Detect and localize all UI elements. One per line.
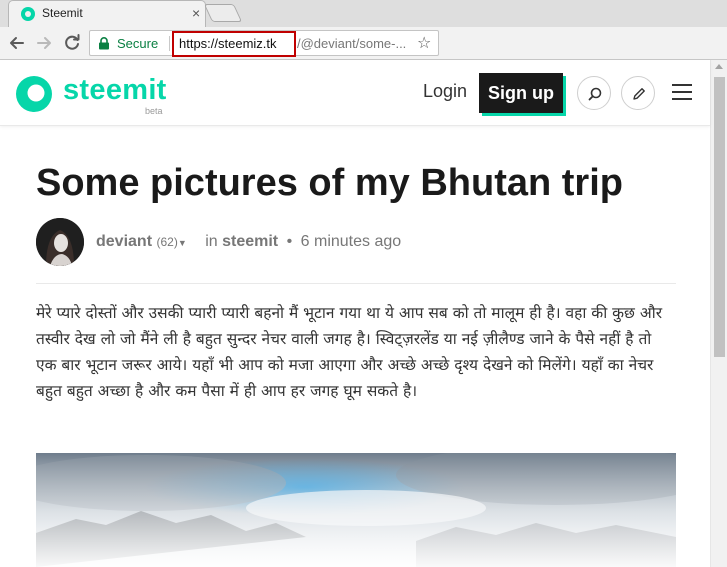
author-reputation: (62)	[156, 235, 178, 249]
submit-story-button[interactable]	[621, 76, 655, 110]
author-name-link[interactable]: deviant	[96, 233, 152, 250]
site-header: steemit beta Login Sign up	[0, 60, 710, 126]
tab-close-icon[interactable]: ×	[192, 5, 200, 21]
security-label: Secure	[117, 36, 159, 51]
avatar-portrait-icon	[36, 218, 84, 266]
byline-divider	[36, 283, 676, 284]
author-dropdown-caret-icon[interactable]: ▼	[178, 238, 187, 248]
post-body: मेरे प्यारे दोस्तों और उसकी प्यारी प्यार…	[36, 300, 676, 404]
page-scrollbar[interactable]	[710, 60, 727, 567]
post-timestamp[interactable]: 6 minutes ago	[301, 233, 402, 250]
back-icon	[10, 37, 24, 49]
address-bar[interactable]: Secure https://steemiz.tk /@deviant/some…	[89, 30, 439, 57]
signup-button[interactable]: Sign up	[479, 73, 563, 113]
byline-separator: •	[286, 233, 293, 250]
browser-toolbar: Secure https://steemiz.tk /@deviant/some…	[0, 27, 727, 60]
post-title: Some pictures of my Bhutan trip	[36, 162, 623, 204]
new-tab-button[interactable]	[203, 4, 243, 22]
category-link[interactable]: steemit	[222, 233, 278, 250]
author-avatar[interactable]	[36, 218, 84, 266]
post-byline: deviant (62)▼ in steemit • 6 minutes ago	[96, 233, 401, 251]
forward-button[interactable]	[33, 32, 55, 54]
pencil-icon	[633, 88, 645, 100]
forward-icon	[37, 37, 51, 49]
beta-badge: beta	[145, 106, 163, 116]
scroll-up-arrow-icon[interactable]	[715, 64, 723, 69]
search-button[interactable]	[577, 76, 611, 110]
reload-button[interactable]	[61, 32, 83, 54]
tab-title: Steemit	[42, 6, 83, 20]
browser-tab-strip: Steemit ×	[0, 0, 727, 27]
omnibox-separator	[169, 36, 170, 51]
post-image[interactable]	[36, 453, 676, 567]
post-body-paragraph: मेरे प्यारे दोस्तों और उसकी प्यारी प्यार…	[36, 304, 663, 400]
steemit-favicon-icon	[21, 7, 35, 21]
site-logo-text[interactable]: steemit	[63, 74, 167, 107]
url-highlight-box	[172, 31, 296, 57]
url-path: /@deviant/some-...	[297, 36, 407, 51]
login-link[interactable]: Login	[423, 81, 467, 102]
browser-tab[interactable]: Steemit ×	[8, 0, 206, 27]
search-icon	[588, 87, 602, 101]
steemit-logo-icon[interactable]	[14, 74, 54, 114]
bookmark-star-icon[interactable]: ☆	[417, 34, 431, 52]
hamburger-menu-icon[interactable]	[672, 84, 692, 100]
reload-icon	[65, 34, 80, 50]
in-label: in	[205, 233, 218, 250]
mountain-landscape-image	[36, 453, 676, 567]
lock-icon	[99, 37, 109, 50]
scroll-thumb[interactable]	[714, 77, 725, 357]
back-button[interactable]	[6, 32, 28, 54]
